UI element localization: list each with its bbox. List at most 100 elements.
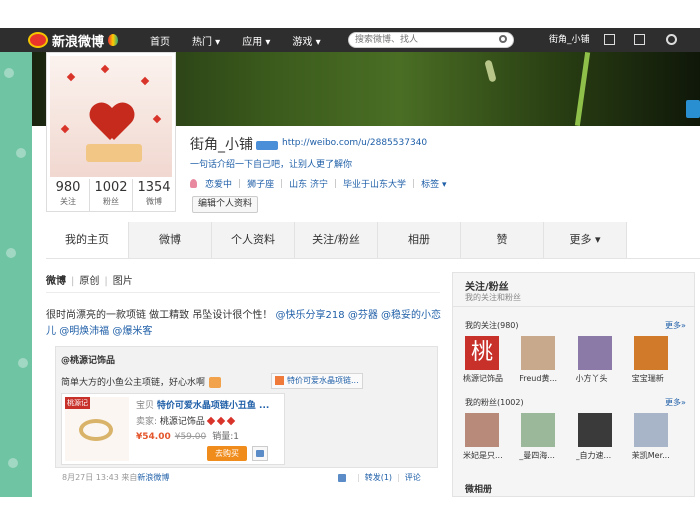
user-card[interactable]: 茉凯Mer... <box>632 413 690 461</box>
user-card[interactable]: 米妃是只... <box>463 413 521 461</box>
tab-album[interactable]: 相册 <box>378 222 461 258</box>
feed-filter: 微博 | 原创 | 图片 <box>46 276 133 287</box>
emoticon-icon <box>209 377 222 388</box>
product-title: 宝贝 特价可爱水晶项链小丑鱼 ... <box>136 401 270 411</box>
avatar-card: 980 关注 1002 粉丝 1354 微博 <box>46 52 176 212</box>
logo-text: 新浪微博 <box>52 34 105 50</box>
nav-item-home[interactable]: 首页 <box>150 33 170 48</box>
photo-album-title[interactable]: 微相册 <box>465 482 492 495</box>
product-image[interactable]: 桃源记 <box>65 397 129 461</box>
profile-tags: 恋爱中 | 狮子座 | 山东 济宁 | 毕业于山东大学 | 标签 ▾ <box>190 177 447 190</box>
heart-cake-image <box>90 104 134 144</box>
nav-item-hot[interactable]: 热门 ▾ <box>192 33 220 48</box>
necklace-image <box>79 419 113 441</box>
product-seller: 卖家: 桃源记饰品 <box>136 414 238 427</box>
user-avatar <box>633 336 668 370</box>
product-link[interactable]: 特价可爱水晶项链... <box>271 373 363 389</box>
page-background-pattern <box>0 28 32 498</box>
nav-item-games[interactable]: 游戏 ▾ <box>292 33 320 48</box>
mention-link[interactable]: @明焕沛福 <box>59 326 109 337</box>
nav-item-apps[interactable]: 应用 ▾ <box>242 33 270 48</box>
followers-more-link[interactable]: 更多» <box>665 397 686 408</box>
balloon-icon <box>108 34 119 46</box>
mention-link[interactable]: @爆米客 <box>112 326 152 337</box>
avatar[interactable] <box>50 56 172 177</box>
comment-button[interactable]: 评论 <box>405 472 421 483</box>
user-card[interactable]: 桃 桃源记饰品 <box>463 336 521 384</box>
repost-text: 简单大方的小鱼公主项链，好心水啊 <box>61 375 222 388</box>
search-icon[interactable] <box>499 35 507 43</box>
reposted-post: @桃源记饰品 简单大方的小鱼公主项链，好心水啊 特价可爱水晶项链... 桃源记 … <box>55 346 438 468</box>
vip-badge-icon[interactable] <box>256 140 278 150</box>
like-product-button[interactable] <box>252 446 268 461</box>
mention-link[interactable]: @快乐分享218 <box>276 310 345 321</box>
user-card[interactable]: _曼四海... <box>519 413 577 461</box>
followers-label[interactable]: 我的粉丝(1002) <box>465 397 524 408</box>
repost-author[interactable]: @桃源记饰品 <box>61 353 115 366</box>
user-avatar <box>633 413 668 447</box>
like-icon[interactable] <box>338 473 346 482</box>
weibo-eye-icon <box>28 32 48 48</box>
username-link[interactable]: 街角_小铺 <box>549 28 590 52</box>
tab-profile[interactable]: 个人资料 <box>212 222 295 258</box>
stat-followers[interactable]: 1002 粉丝 <box>90 179 133 211</box>
post-meta: 8月27日 13:43 来自新浪微博 <box>62 473 170 482</box>
tab-likes[interactable]: 赞 <box>461 222 544 258</box>
nav-menu: 首页 热门 ▾ 应用 ▾ 游戏 ▾ <box>150 28 343 52</box>
weibo-logo[interactable]: 新浪微博 <box>28 30 119 50</box>
tab-home[interactable]: 我的主页 <box>46 222 129 258</box>
stat-posts[interactable]: 1354 微博 <box>133 179 175 211</box>
sidebar-title: 关注/粉丝 <box>465 282 509 293</box>
user-card[interactable]: 小方丫头 <box>576 336 634 384</box>
cover-stem <box>574 52 591 126</box>
tag-zodiac[interactable]: 狮子座 <box>247 177 274 190</box>
person-icon <box>190 179 197 188</box>
profile-bio[interactable]: 一句话介绍一下自己吧，让别人更了解你 <box>190 157 352 170</box>
filter-original[interactable]: 原创 <box>79 276 99 287</box>
product-card: 桃源记 宝贝 特价可爱水晶项链小丑鱼 ... 卖家: 桃源记饰品 ¥54.00 ¥… <box>61 393 285 465</box>
settings-icon[interactable] <box>666 34 677 45</box>
user-card[interactable]: 宝宝瑞新 <box>632 336 690 384</box>
top-nav-bar: 新浪微博 首页 热门 ▾ 应用 ▾ 游戏 ▾ 街角_小铺 <box>0 28 700 52</box>
following-label[interactable]: 我的关注(980) <box>465 320 519 331</box>
user-avatar <box>521 336 556 370</box>
user-avatar <box>465 413 499 447</box>
mention-link[interactable]: @芬器 <box>348 310 378 321</box>
user-card[interactable]: _自力速... <box>576 413 634 461</box>
search-input[interactable] <box>355 34 495 46</box>
tag-relationship[interactable]: 恋爱中 <box>205 177 232 190</box>
followers-list: 米妃是只... _曼四海... _自力速... 茉凯Mer... <box>463 413 690 461</box>
profile-url[interactable]: http://weibo.com/u/2885537340 <box>282 138 427 148</box>
repost-button[interactable]: 转发(1) <box>365 472 392 483</box>
user-card[interactable]: Freud黄... <box>519 336 577 384</box>
profile-stats: 980 关注 1002 粉丝 1354 微博 <box>47 179 175 211</box>
following-more-link[interactable]: 更多» <box>665 320 686 331</box>
share-icon[interactable] <box>686 100 700 118</box>
product-link-icon <box>275 376 284 385</box>
tab-follow[interactable]: 关注/粉丝 <box>295 222 378 258</box>
post-source-link[interactable]: 新浪微博 <box>137 473 169 482</box>
tag-education[interactable]: 毕业于山东大学 <box>343 177 406 190</box>
user-avatar <box>577 413 612 447</box>
user-avatar <box>577 336 612 370</box>
filter-weibo[interactable]: 微博 <box>46 276 66 287</box>
thumbs-up-icon <box>256 450 264 457</box>
post-actions: | 转发(1) | 评论 <box>338 472 421 483</box>
message-icon[interactable] <box>634 34 645 45</box>
product-price: ¥54.00 ¥59.00 销量:1 <box>136 432 239 442</box>
edit-profile-button[interactable]: 编辑个人资料 <box>192 196 259 213</box>
tab-weibo[interactable]: 微博 <box>129 222 212 258</box>
user-avatar: 桃 <box>465 336 499 370</box>
buy-button[interactable]: 去购买 <box>207 446 247 461</box>
cover-bud <box>484 59 497 83</box>
brand-label: 桃源记 <box>65 397 90 409</box>
tag-location[interactable]: 山东 济宁 <box>289 177 328 190</box>
follow-sidebar: 关注/粉丝 我的关注和粉丝 我的关注(980) 更多» 桃 桃源记饰品 Freu… <box>452 272 695 497</box>
stat-following[interactable]: 980 关注 <box>47 179 90 211</box>
filter-images[interactable]: 图片 <box>113 276 133 287</box>
tag-labels[interactable]: 标签 ▾ <box>421 177 446 190</box>
tab-more[interactable]: 更多 ▾ <box>544 222 627 258</box>
seller-hearts-icon <box>206 416 238 427</box>
profile-tabs: 我的主页 微博 个人资料 关注/粉丝 相册 赞 更多 ▾ <box>46 222 627 258</box>
edit-icon[interactable] <box>604 34 615 45</box>
